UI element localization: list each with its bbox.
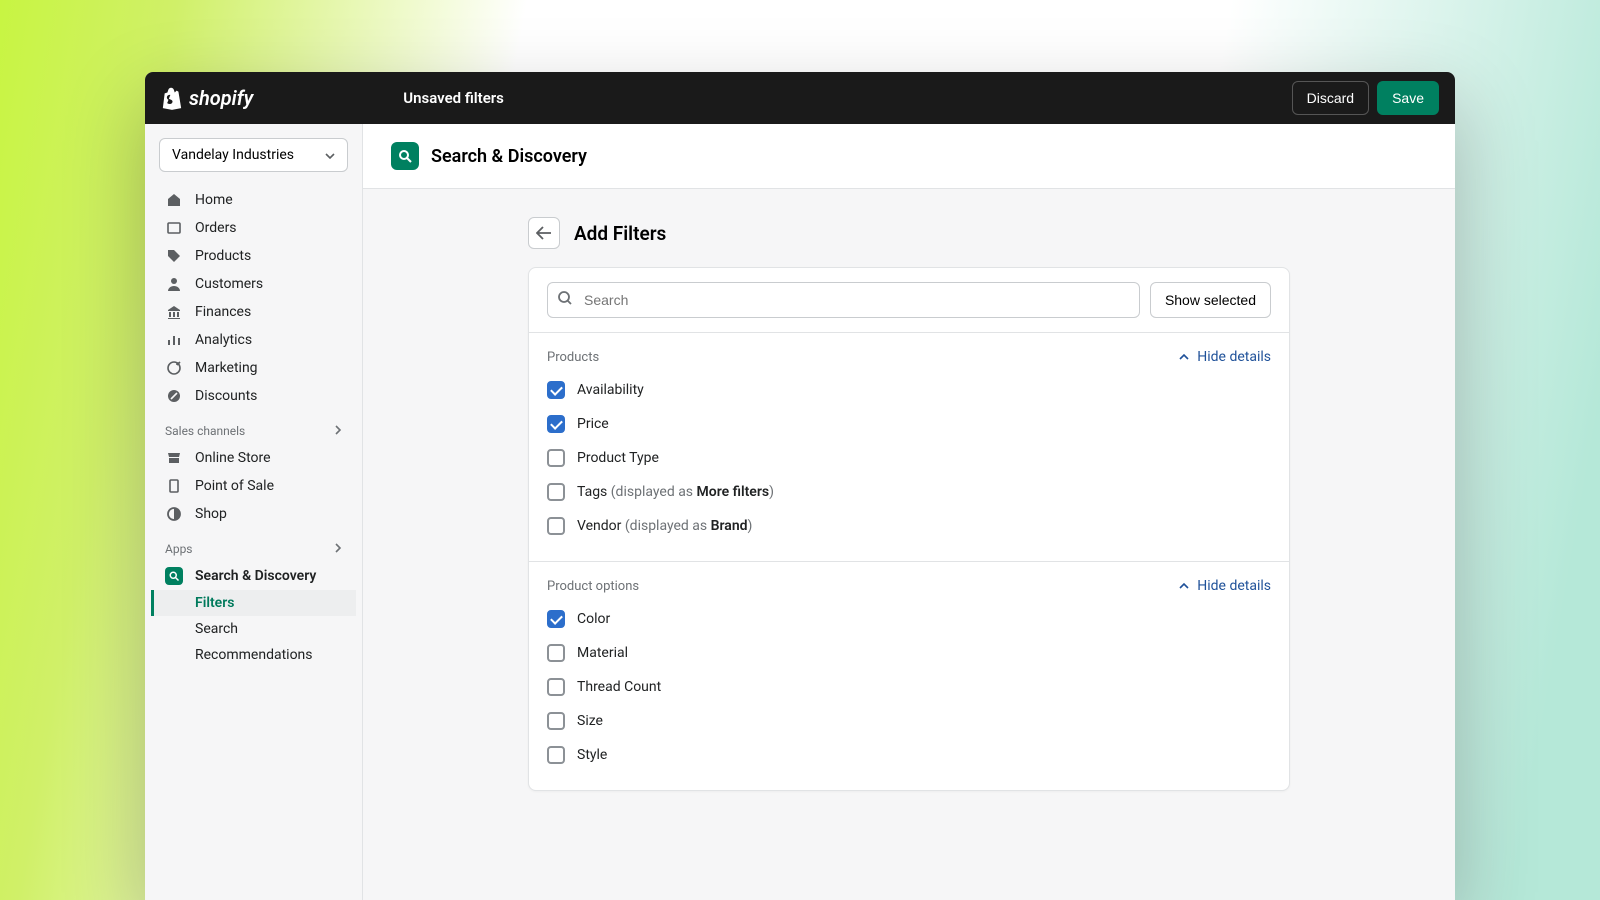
filter-label: Availability [577, 382, 644, 398]
discard-button[interactable]: Discard [1292, 81, 1369, 115]
chevron-right-icon[interactable] [334, 424, 342, 438]
store-icon [165, 449, 183, 467]
chevron-up-icon [1179, 581, 1189, 591]
app-frame: shopify Unsaved filters Discard Save Van… [145, 72, 1455, 900]
sidebar-sub-recommendations[interactable]: Recommendations [151, 642, 356, 668]
discount-icon [165, 387, 183, 405]
filter-row: Color [547, 602, 1271, 636]
filter-checkbox[interactable] [547, 483, 565, 501]
section-title: Products [547, 350, 599, 365]
chevron-up-icon [1179, 352, 1189, 362]
hide-details-toggle[interactable]: Hide details [1179, 349, 1271, 365]
search-discovery-app-icon [165, 567, 183, 585]
main-area: Search & Discovery Add Filters [363, 124, 1455, 900]
sidebar-item-online-store[interactable]: Online Store [151, 444, 356, 472]
filter-section: Products Hide details Availability Price Pro… [529, 333, 1289, 562]
back-button[interactable] [528, 217, 560, 249]
filter-checkbox[interactable] [547, 712, 565, 730]
sidebar-item-shop[interactable]: Shop [151, 500, 356, 528]
shop-icon [165, 505, 183, 523]
sidebar-item-discounts[interactable]: Discounts [151, 382, 356, 410]
search-input[interactable] [547, 282, 1140, 318]
chevron-right-icon[interactable] [334, 542, 342, 556]
caret-down-icon [325, 147, 335, 163]
filter-row: Size [547, 704, 1271, 738]
filter-row: Material [547, 636, 1271, 670]
home-icon [165, 191, 183, 209]
search-discovery-app-icon [391, 142, 419, 170]
page-header: Search & Discovery [363, 124, 1455, 189]
filter-checkbox[interactable] [547, 610, 565, 628]
filter-row: Product Type [547, 441, 1271, 475]
filter-row: Vendor (displayed as Brand) [547, 509, 1271, 543]
shopify-logo: shopify [161, 86, 253, 110]
sidebar-item-analytics[interactable]: Analytics [151, 326, 356, 354]
filter-row: Tags (displayed as More filters) [547, 475, 1271, 509]
filter-row: Style [547, 738, 1271, 772]
filter-label: Product Type [577, 450, 659, 466]
pos-icon [165, 477, 183, 495]
sidebar-item-marketing[interactable]: Marketing [151, 354, 356, 382]
target-icon [165, 359, 183, 377]
filter-label: Thread Count [577, 679, 661, 695]
store-selector[interactable]: Vandelay Industries [159, 138, 348, 172]
filter-label: Vendor (displayed as Brand) [577, 518, 752, 534]
orders-icon [165, 219, 183, 237]
topbar: shopify Unsaved filters Discard Save [145, 72, 1455, 124]
search-icon [557, 290, 573, 310]
filter-checkbox[interactable] [547, 381, 565, 399]
filter-label: Price [577, 416, 609, 432]
person-icon [165, 275, 183, 293]
shopify-bag-icon [161, 86, 183, 110]
page-title: Add Filters [574, 222, 666, 245]
filter-label: Size [577, 713, 603, 729]
filter-checkbox[interactable] [547, 449, 565, 467]
filter-section: Product options Hide details Color Material… [529, 562, 1289, 790]
filter-checkbox[interactable] [547, 678, 565, 696]
section-title: Product options [547, 579, 639, 594]
analytics-icon [165, 331, 183, 349]
sidebar: Vandelay Industries Home Orders Products… [145, 124, 363, 900]
sidebar-item-home[interactable]: Home [151, 186, 356, 214]
filter-row: Thread Count [547, 670, 1271, 704]
filters-card: Show selected Products Hide details Availa… [528, 267, 1290, 791]
filter-label: Style [577, 747, 607, 763]
hide-details-label: Hide details [1197, 578, 1271, 594]
sidebar-sub-filters[interactable]: Filters [151, 590, 356, 616]
filter-checkbox[interactable] [547, 746, 565, 764]
arrow-left-icon [536, 226, 552, 240]
filter-label: Tags (displayed as More filters) [577, 484, 774, 500]
filter-checkbox[interactable] [547, 415, 565, 433]
filter-checkbox[interactable] [547, 517, 565, 535]
page-header-title: Search & Discovery [431, 146, 587, 167]
tag-icon [165, 247, 183, 265]
filter-row: Availability [547, 373, 1271, 407]
filter-row: Price [547, 407, 1271, 441]
sidebar-sub-search[interactable]: Search [151, 616, 356, 642]
sidebar-item-products[interactable]: Products [151, 242, 356, 270]
sidebar-item-pos[interactable]: Point of Sale [151, 472, 356, 500]
show-selected-button[interactable]: Show selected [1150, 282, 1271, 318]
sidebar-item-search-discovery[interactable]: Search & Discovery [151, 562, 356, 590]
brand-text: shopify [189, 86, 253, 110]
filter-label: Color [577, 611, 610, 627]
bank-icon [165, 303, 183, 321]
sidebar-heading-channels: Sales channels [151, 410, 356, 444]
sidebar-item-customers[interactable]: Customers [151, 270, 356, 298]
context-status: Unsaved filters [403, 89, 504, 107]
filter-label: Material [577, 645, 628, 661]
sidebar-item-finances[interactable]: Finances [151, 298, 356, 326]
sidebar-heading-apps: Apps [151, 528, 356, 562]
hide-details-label: Hide details [1197, 349, 1271, 365]
save-button[interactable]: Save [1377, 81, 1439, 115]
store-name: Vandelay Industries [172, 147, 294, 163]
filter-checkbox[interactable] [547, 644, 565, 662]
hide-details-toggle[interactable]: Hide details [1179, 578, 1271, 594]
sidebar-item-orders[interactable]: Orders [151, 214, 356, 242]
